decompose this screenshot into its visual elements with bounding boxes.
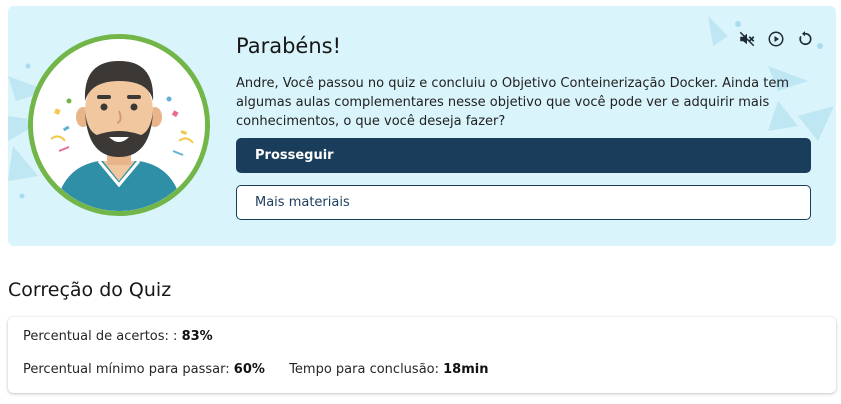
score-row: Percentual de acertos: : 83% <box>23 329 213 344</box>
quiz-results-card: Percentual de acertos: : 83% Percentual … <box>8 317 836 393</box>
requirements-row: Percentual mínimo para passar: 60% Tempo… <box>23 362 489 377</box>
play-circle-icon[interactable] <box>766 29 786 49</box>
avatar <box>28 34 210 216</box>
volume-muted-icon[interactable] <box>737 29 757 49</box>
media-controls <box>737 29 815 49</box>
congratulations-title: Parabéns! <box>236 34 342 58</box>
completion-time-value: 18min <box>443 362 489 377</box>
completion-message: Andre, Você passou no quiz e concluiu o … <box>236 76 790 129</box>
avatar-illustration <box>33 39 205 211</box>
proceed-button[interactable]: Prosseguir <box>236 138 811 173</box>
min-pass-value: 60% <box>233 362 265 377</box>
more-materials-button[interactable]: Mais materiais <box>236 185 811 220</box>
score-label: Percentual de acertos: : <box>23 329 178 344</box>
score-value: 83% <box>181 329 213 344</box>
min-pass-label: Percentual mínimo para passar: <box>23 362 230 377</box>
completion-time-label: Tempo para conclusão: <box>289 362 439 377</box>
quiz-correction-title: Correção do Quiz <box>8 279 172 301</box>
congratulations-banner: Parabéns! Andre, Você passou no quiz e c… <box>8 6 836 246</box>
replay-icon[interactable] <box>795 29 815 49</box>
